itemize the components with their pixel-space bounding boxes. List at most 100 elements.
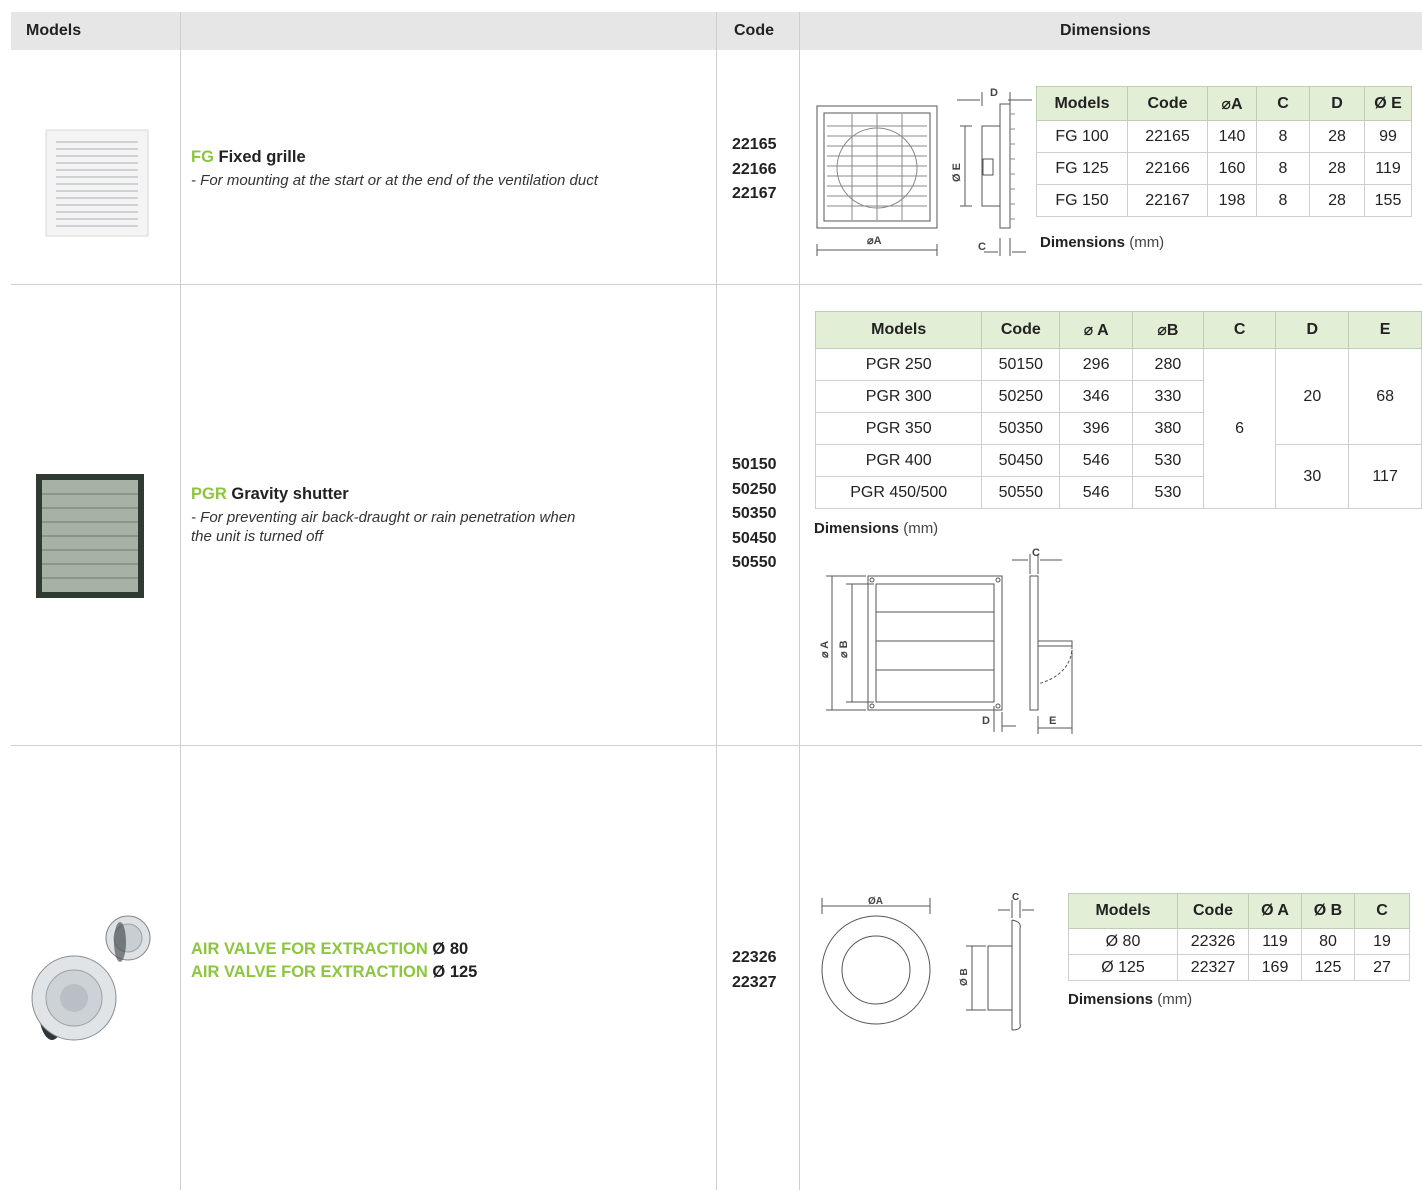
col-header: C xyxy=(1202,311,1277,349)
cell: 546 xyxy=(1059,476,1134,509)
code: 50450 xyxy=(732,529,777,547)
pgr-dimension-table: Models Code ⌀ A ⌀B C D E PGR 250 50150 2… xyxy=(814,311,1422,509)
cell: 160 xyxy=(1207,152,1257,185)
col-header: ⌀A xyxy=(1207,86,1257,121)
cell: 8 xyxy=(1256,184,1310,217)
cell: 280 xyxy=(1132,348,1204,381)
gravity-shutter-photo xyxy=(36,474,144,598)
dimensions-caption-bold: Dimensions xyxy=(1068,991,1154,1008)
drawing-label-c: C xyxy=(1032,547,1040,559)
cell: FG 125 xyxy=(1036,152,1128,185)
drawing-label-c: C xyxy=(1012,892,1019,903)
cell: 50550 xyxy=(981,476,1061,509)
cell: 28 xyxy=(1309,152,1365,185)
code: 22165 xyxy=(732,136,777,153)
cell: 80 xyxy=(1301,928,1355,955)
cell: 380 xyxy=(1132,412,1204,445)
drawing-label-d: D xyxy=(982,715,990,727)
drawing-label-e: Ø E xyxy=(951,163,963,182)
cell: Ø 125 xyxy=(1068,954,1178,981)
product-name: AIR VALVE FOR EXTRACTION xyxy=(191,963,428,981)
code: 50250 xyxy=(732,480,777,498)
cell: 546 xyxy=(1059,444,1134,477)
product-codes: 22326 22327 xyxy=(732,946,777,995)
cell: 28 xyxy=(1309,184,1365,217)
table-row: Ø 125 22327 169 125 27 xyxy=(1068,954,1410,981)
cell: PGR 350 xyxy=(814,412,983,445)
cell-e-large: 117 xyxy=(1348,444,1422,509)
drawing-label-d: D xyxy=(990,87,998,99)
product-name: Fixed grille xyxy=(218,148,306,166)
product-codes: 50150 50250 50350 50450 50550 xyxy=(732,453,777,576)
product-size: Ø 80 xyxy=(427,940,469,958)
product-description: - For mounting at the start or at the en… xyxy=(191,172,598,189)
cell: 22166 xyxy=(1127,152,1208,185)
product-name: Gravity shutter xyxy=(231,485,349,503)
cell-d-large: 30 xyxy=(1275,444,1350,509)
dimensions-caption-bold: Dimensions xyxy=(1040,234,1126,251)
cell: 119 xyxy=(1364,152,1412,185)
cell: 125 xyxy=(1301,954,1355,981)
cell-c-merged: 6 xyxy=(1202,348,1277,509)
cell: 22326 xyxy=(1177,928,1249,955)
code: 50150 xyxy=(732,456,777,473)
dimensions-caption: Dimensions (mm) xyxy=(1068,991,1192,1008)
col-header: Ø A xyxy=(1248,893,1302,929)
column-divider xyxy=(180,12,181,1190)
cell: 8 xyxy=(1256,152,1310,185)
cell: 330 xyxy=(1132,380,1204,413)
cell: 530 xyxy=(1132,476,1204,509)
cell: 22327 xyxy=(1177,954,1249,981)
cell: 22165 xyxy=(1127,120,1208,153)
fg-dimension-table: Models Code ⌀A C D Ø E FG 100 22165 140 … xyxy=(1036,86,1412,217)
dimensions-caption: Dimensions (mm) xyxy=(814,520,938,537)
drawing-label-a: ⌀A xyxy=(867,235,882,247)
col-header: ⌀ A xyxy=(1059,311,1134,349)
cell-e-small: 68 xyxy=(1348,348,1422,445)
fg-dimension-drawing: ⌀A D C Ø E xyxy=(816,87,1032,256)
code: 22327 xyxy=(732,973,777,991)
col-header: D xyxy=(1309,86,1365,121)
col-header: Code xyxy=(1177,893,1249,929)
dimensions-caption-unit: (mm) xyxy=(1153,991,1193,1008)
product-prefix: FG xyxy=(191,148,214,166)
cell: PGR 400 xyxy=(814,444,983,477)
cell: 99 xyxy=(1364,120,1412,153)
row-divider xyxy=(11,745,1422,746)
header-code: Code xyxy=(734,22,774,39)
cell: 27 xyxy=(1354,954,1410,981)
cell: 346 xyxy=(1059,380,1134,413)
cell: 50350 xyxy=(981,412,1061,445)
col-header: Ø E xyxy=(1364,86,1412,121)
cell: 50150 xyxy=(981,348,1061,381)
air-valve-dimension-drawing: ØA C Ø B xyxy=(821,892,1034,1031)
cell: 22167 xyxy=(1127,184,1208,217)
cell: 155 xyxy=(1364,184,1412,217)
cell: FG 100 xyxy=(1036,120,1128,153)
col-header: C xyxy=(1256,86,1310,121)
code: 50350 xyxy=(732,505,777,522)
dimensions-caption-unit: (mm) xyxy=(899,520,939,537)
column-divider xyxy=(799,12,800,1190)
column-divider xyxy=(716,12,717,1190)
cell: 296 xyxy=(1059,348,1134,381)
fixed-grille-photo xyxy=(45,129,149,237)
cell: FG 150 xyxy=(1036,184,1128,217)
cell: 50450 xyxy=(981,444,1061,477)
table-row: PGR 400 50450 546 530 30 117 xyxy=(814,444,1422,509)
header-models: Models xyxy=(26,22,82,39)
table-row: FG 125 22166 160 8 28 119 xyxy=(1036,152,1412,185)
code: 50550 xyxy=(732,554,777,571)
col-header: C xyxy=(1354,893,1410,929)
product-title: AIR VALVE FOR EXTRACTION Ø 80 AIR VALVE … xyxy=(191,938,477,984)
cell: PGR 450/500 xyxy=(814,476,983,509)
product-title: FG Fixed grille xyxy=(191,148,306,167)
cell: 50250 xyxy=(981,380,1061,413)
code: 22326 xyxy=(732,949,777,966)
product-size: Ø 125 xyxy=(427,963,478,981)
drawing-label-b: Ø B xyxy=(959,968,970,986)
code: 22166 xyxy=(732,160,777,178)
pgr-dimension-drawing: C D E ⌀ A ⌀ B xyxy=(819,547,1073,734)
col-header: Models xyxy=(814,311,983,349)
cell: 530 xyxy=(1132,444,1204,477)
